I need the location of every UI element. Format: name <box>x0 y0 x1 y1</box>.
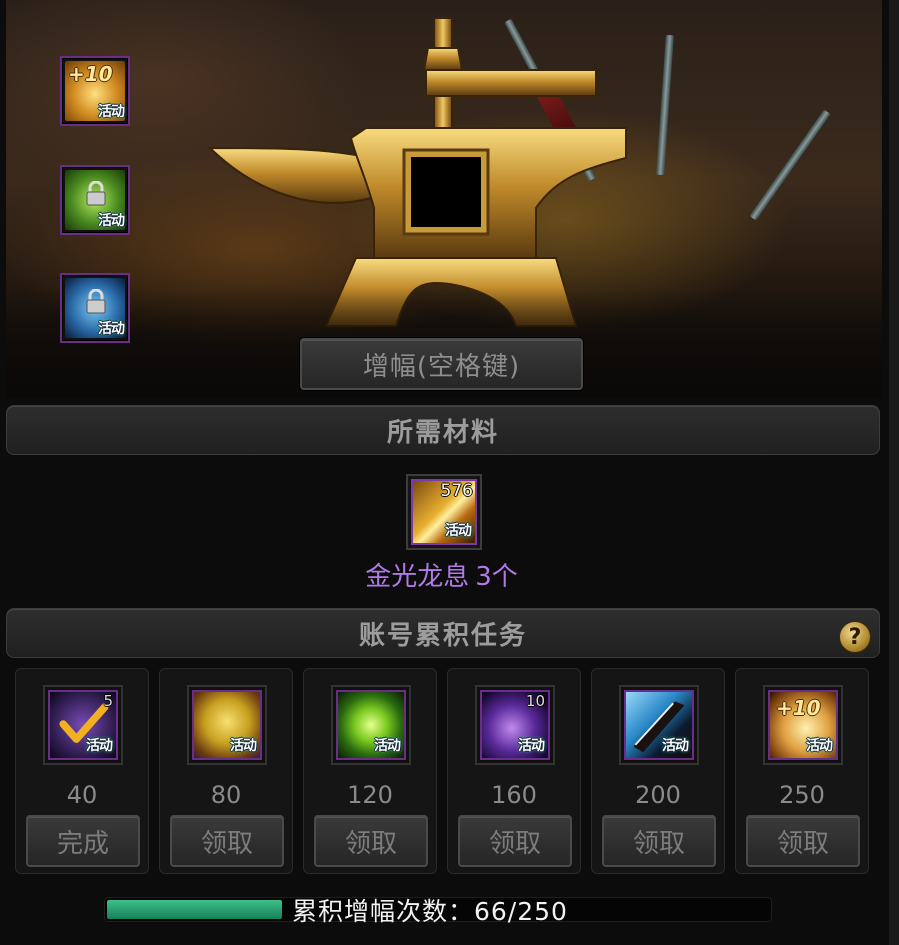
amplify-panel: +10 活动 活动 活动 增幅(空格键) 所需材料 576 活动 金光龙息 3个 … <box>0 0 899 945</box>
event-tag: 活动 <box>98 213 125 229</box>
sword-decoration <box>749 109 831 221</box>
reward-slot[interactable]: 活动 <box>619 685 699 765</box>
material-requirement: 金光龙息 3个 <box>300 556 583 593</box>
sword-decoration <box>656 34 674 176</box>
account-tasks-header: 账号累积任务 ? <box>6 608 880 658</box>
reward-threshold: 120 <box>347 781 393 809</box>
reward-card: 活动 80 领取 <box>159 668 293 874</box>
purple-check-item-icon: 5 活动 <box>48 690 118 760</box>
claim-button[interactable]: 领取 <box>170 815 284 867</box>
reward-slot[interactable]: 5 活动 <box>43 685 123 765</box>
event-tag: 活动 <box>98 321 125 337</box>
material-slot[interactable]: 576 活动 <box>406 474 482 550</box>
reward-threshold: 250 <box>779 781 825 809</box>
reward-card: 5 活动 40 完成 <box>15 668 149 874</box>
purple-orb-item-icon: 10 活动 <box>480 690 550 760</box>
materials-header: 所需材料 <box>6 405 880 455</box>
item-count: 10 <box>525 692 545 710</box>
section-title: 所需材料 <box>386 417 499 448</box>
reward-threshold: 200 <box>635 781 681 809</box>
event-tag: 活动 <box>98 104 125 120</box>
amplify-button[interactable]: 增幅(空格键) <box>300 338 583 390</box>
plus-ten-badge: +10 <box>776 696 821 720</box>
event-tag: 活动 <box>230 738 257 754</box>
side-item-slot[interactable]: 活动 <box>60 165 130 235</box>
claim-button[interactable]: 领取 <box>458 815 572 867</box>
reward-card: +10 活动 250 领取 <box>735 668 869 874</box>
side-item-slot[interactable]: 活动 <box>60 273 130 343</box>
material-stock-count: 576 <box>440 481 473 501</box>
event-tag: 活动 <box>374 738 401 754</box>
section-title: 账号累积任务 <box>358 620 527 651</box>
reward-slot[interactable]: 活动 <box>187 685 267 765</box>
complete-button[interactable]: 完成 <box>26 815 140 867</box>
blade-item-icon: 活动 <box>624 690 694 760</box>
reward-card: 活动 200 领取 <box>591 668 725 874</box>
item-count: 5 <box>103 692 113 710</box>
event-tag: 活动 <box>445 523 472 539</box>
plus-ten-badge: +10 <box>68 62 113 86</box>
event-tag: 活动 <box>662 738 689 754</box>
gold-web-item-icon: 活动 <box>192 690 262 760</box>
reward-card: 活动 120 领取 <box>303 668 437 874</box>
gold-amplify-ticket-icon: +10 活动 <box>768 690 838 760</box>
material-name: 金光龙息 <box>365 562 470 592</box>
event-tag: 活动 <box>806 738 833 754</box>
reward-threshold: 160 <box>491 781 537 809</box>
reward-card: 10 活动 160 领取 <box>447 668 581 874</box>
event-tag: 活动 <box>518 738 545 754</box>
anvil-icon <box>207 17 627 327</box>
reward-threshold: 40 <box>66 781 98 809</box>
reward-slot[interactable]: 活动 <box>331 685 411 765</box>
claim-button[interactable]: 领取 <box>746 815 860 867</box>
green-orb-item-icon: 活动 <box>336 690 406 760</box>
progress-fill <box>107 900 282 919</box>
help-button[interactable]: ? <box>839 621 871 653</box>
progress-label: 累积增幅次数：66/250 <box>292 897 568 926</box>
lock-icon <box>86 181 106 206</box>
material-quantity: 3个 <box>475 562 518 592</box>
reward-threshold: 80 <box>210 781 242 809</box>
claim-button[interactable]: 领取 <box>602 815 716 867</box>
reward-slot[interactable]: +10 活动 <box>763 685 843 765</box>
reward-slot[interactable]: 10 活动 <box>475 685 555 765</box>
side-item-slot[interactable]: +10 活动 <box>60 56 130 126</box>
event-tag: 活动 <box>86 738 113 754</box>
lock-icon <box>86 289 106 314</box>
golden-dragon-breath-icon: 576 活动 <box>411 479 477 545</box>
claim-button[interactable]: 领取 <box>314 815 428 867</box>
